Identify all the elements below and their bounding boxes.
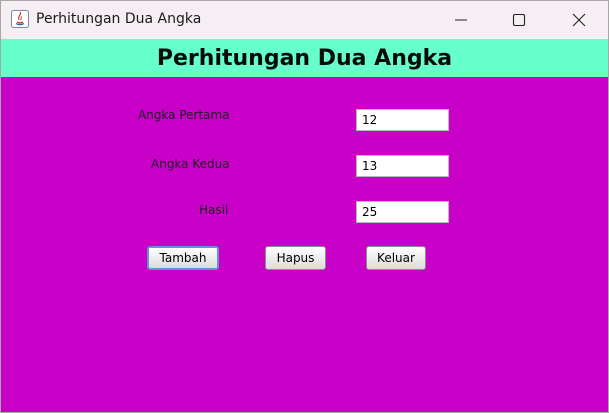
header-band: Perhitungan Dua Angka [1,39,608,77]
window-title: Perhitungan Dua Angka [36,11,202,27]
title-bar[interactable]: Perhitungan Dua Angka [1,1,608,39]
maximize-icon [512,13,526,27]
clear-button[interactable]: Hapus [265,246,326,270]
result-label: Hasil [199,203,229,217]
second-number-input[interactable] [356,155,449,177]
first-number-label: Angka Pertama [138,108,230,122]
minimize-icon [455,19,467,21]
exit-button[interactable]: Keluar [366,246,426,270]
java-app-icon [11,10,29,28]
first-number-input[interactable] [356,109,449,131]
app-window: Perhitungan Dua Angka Perhitungan Dua An… [0,0,609,413]
second-number-label: Angka Kedua [151,157,230,171]
add-button[interactable]: Tambah [147,246,219,270]
close-button[interactable] [550,1,608,39]
page-title: Perhitungan Dua Angka [156,46,453,71]
result-input[interactable] [356,201,449,223]
close-icon [572,13,586,27]
maximize-button[interactable] [490,1,548,39]
minimize-button[interactable] [432,1,490,39]
